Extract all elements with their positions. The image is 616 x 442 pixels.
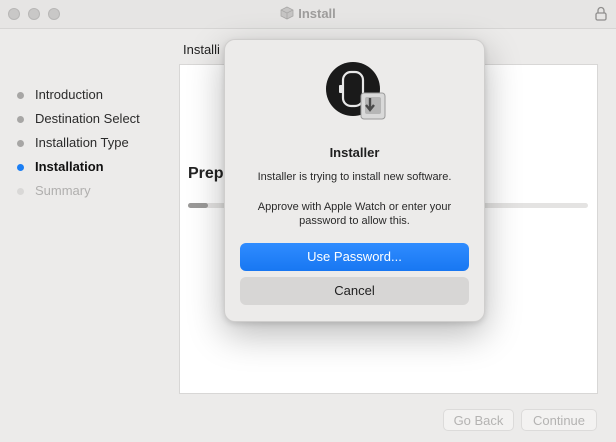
step-dot-active bbox=[17, 164, 24, 171]
step-label: Installation Type bbox=[35, 135, 129, 150]
step-label: Introduction bbox=[35, 87, 103, 102]
window-title: Install bbox=[298, 6, 336, 21]
continue-button[interactable]: Continue bbox=[521, 409, 597, 431]
step-dot bbox=[17, 92, 24, 99]
dialog-hint-line-1: Approve with Apple Watch or enter your bbox=[257, 201, 452, 213]
step-label: Installation bbox=[35, 159, 104, 174]
install-status-text: Prep bbox=[188, 165, 224, 182]
window-title-group: Install bbox=[0, 6, 616, 21]
use-password-button[interactable]: Use Password... bbox=[240, 243, 469, 271]
title-bar: Install bbox=[0, 0, 616, 29]
page-heading: Installi bbox=[183, 42, 220, 57]
progress-fill bbox=[188, 203, 208, 208]
go-back-button[interactable]: Go Back bbox=[443, 409, 514, 431]
dialog-hint-line-2: password to allow this. bbox=[299, 215, 410, 227]
step-dot bbox=[17, 140, 24, 147]
step-dot bbox=[17, 188, 24, 195]
auth-dialog: Installer Installer is trying to install… bbox=[224, 39, 485, 322]
cancel-button[interactable]: Cancel bbox=[240, 277, 469, 305]
lock-icon bbox=[595, 6, 607, 21]
step-label: Destination Select bbox=[35, 111, 140, 126]
dialog-message: Installer is trying to install new softw… bbox=[257, 171, 452, 183]
step-dot bbox=[17, 116, 24, 123]
step-label: Summary bbox=[35, 183, 91, 198]
dialog-title: Installer bbox=[329, 145, 380, 160]
package-icon bbox=[280, 6, 294, 20]
installer-apple-watch-icon bbox=[326, 62, 386, 120]
